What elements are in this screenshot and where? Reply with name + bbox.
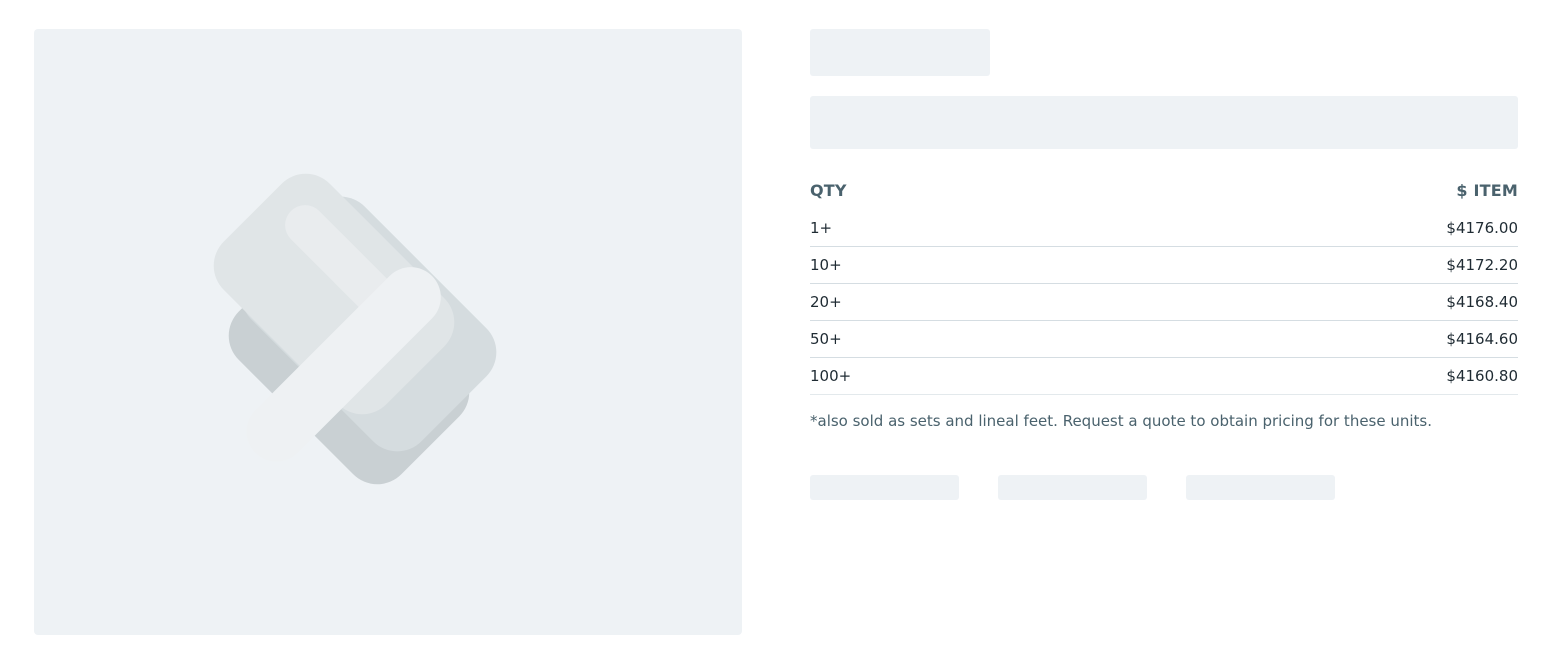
action-button-placeholder[interactable]	[1186, 475, 1335, 500]
action-button-placeholder[interactable]	[998, 475, 1147, 500]
price-table-header: QTY $ ITEM	[810, 170, 1518, 210]
qty-cell: 10+	[810, 256, 842, 274]
action-button-placeholder[interactable]	[810, 475, 959, 500]
price-column-header: $ ITEM	[1456, 180, 1518, 200]
price-cell: $4164.60	[1446, 330, 1518, 348]
price-cell: $4168.40	[1446, 293, 1518, 311]
price-cell: $4172.20	[1446, 256, 1518, 274]
price-cell: $4176.00	[1446, 219, 1518, 237]
qty-cell: 50+	[810, 330, 842, 348]
price-cell: $4160.80	[1446, 367, 1518, 385]
table-row: 50+ $4164.60	[810, 321, 1518, 358]
qty-cell: 1+	[810, 219, 833, 237]
price-table: QTY $ ITEM 1+ $4176.00 10+ $4172.20 20+ …	[810, 170, 1518, 395]
product-image-placeholder	[34, 29, 742, 635]
qty-column-header: QTY	[810, 180, 847, 200]
table-row: 10+ $4172.20	[810, 247, 1518, 284]
qty-cell: 100+	[810, 367, 852, 385]
product-title-placeholder	[810, 29, 990, 76]
table-row: 20+ $4168.40	[810, 284, 1518, 321]
table-row: 100+ $4160.80	[810, 358, 1518, 395]
product-subtitle-placeholder	[810, 96, 1518, 149]
qty-cell: 20+	[810, 293, 842, 311]
image-placeholder-icon	[213, 173, 497, 485]
pricing-note: *also sold as sets and lineal feet. Requ…	[810, 412, 1433, 430]
table-row: 1+ $4176.00	[810, 210, 1518, 247]
